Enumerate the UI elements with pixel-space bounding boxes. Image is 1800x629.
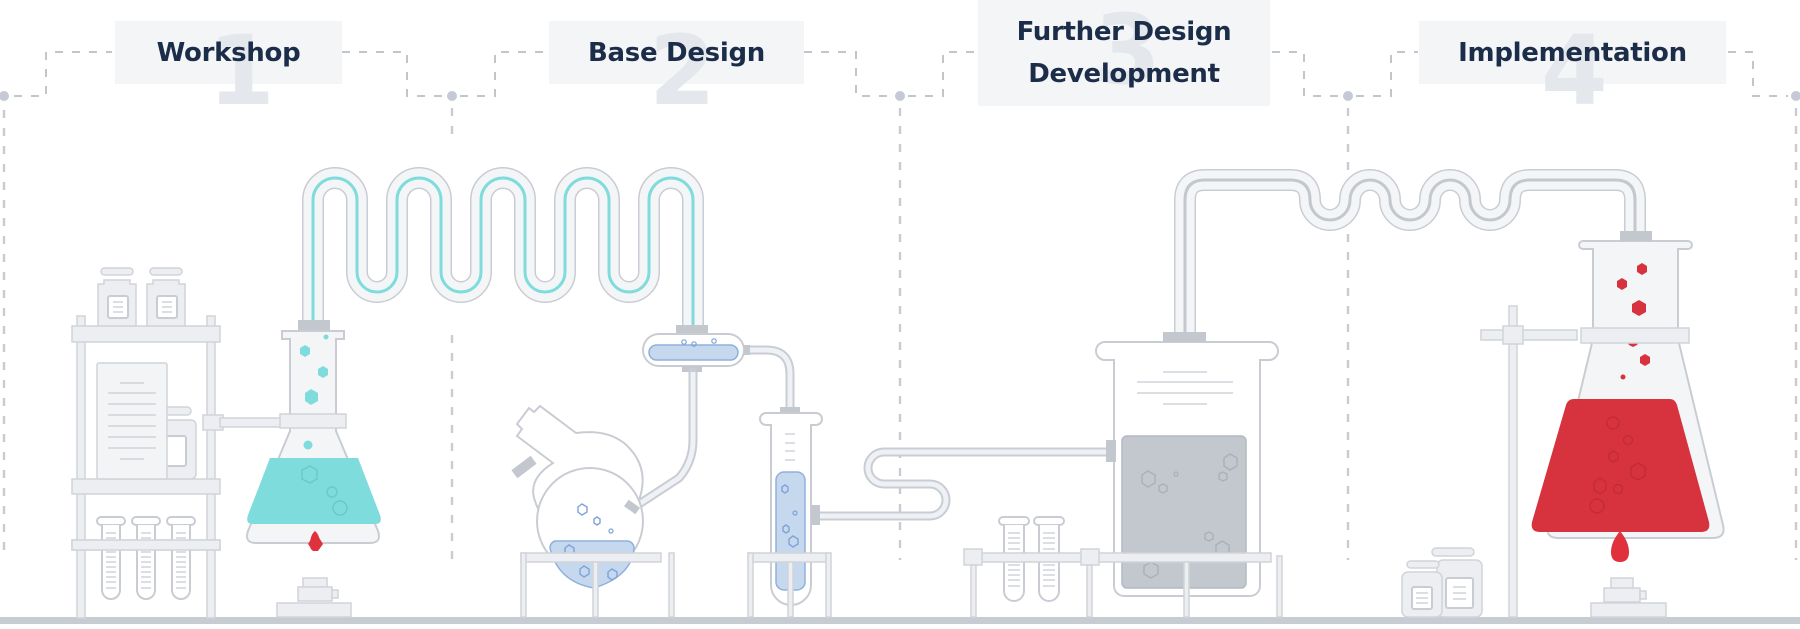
stage-4-apparatus xyxy=(1401,231,1725,618)
flask-stand xyxy=(520,552,675,618)
floor-line xyxy=(0,617,1800,624)
coil-tube-teal xyxy=(302,167,704,327)
stage-3-apparatus xyxy=(963,169,1646,618)
stage-3-title-line-2: Development xyxy=(1028,59,1220,89)
stage-2-title: Base Design xyxy=(588,37,765,68)
document xyxy=(96,362,197,480)
erlenmeyer-flask-red xyxy=(1531,231,1725,539)
reagent-jars xyxy=(97,267,186,327)
lab-process-diagram: .dash { stroke:#c2c6cc; stroke-width:2; … xyxy=(0,0,1800,624)
stage-1-label: 1 Workshop xyxy=(115,21,342,119)
erlenmeyer-flask-teal xyxy=(246,320,381,544)
test-tube-blue xyxy=(747,407,832,618)
stage-4-title: Implementation xyxy=(1458,37,1687,68)
stage-1-title: Workshop xyxy=(156,37,301,68)
reagent-jars xyxy=(1401,547,1483,618)
stage-3-label: 3 Further Design Development xyxy=(978,0,1270,106)
stage-2-label: 2 Base Design xyxy=(549,21,804,119)
condenser xyxy=(642,325,750,372)
stage-4-label: 4 Implementation xyxy=(1419,21,1726,119)
burner xyxy=(1590,531,1667,618)
stage-3-title-line-1: Further Design xyxy=(1016,17,1232,47)
test-tubes xyxy=(71,516,221,600)
